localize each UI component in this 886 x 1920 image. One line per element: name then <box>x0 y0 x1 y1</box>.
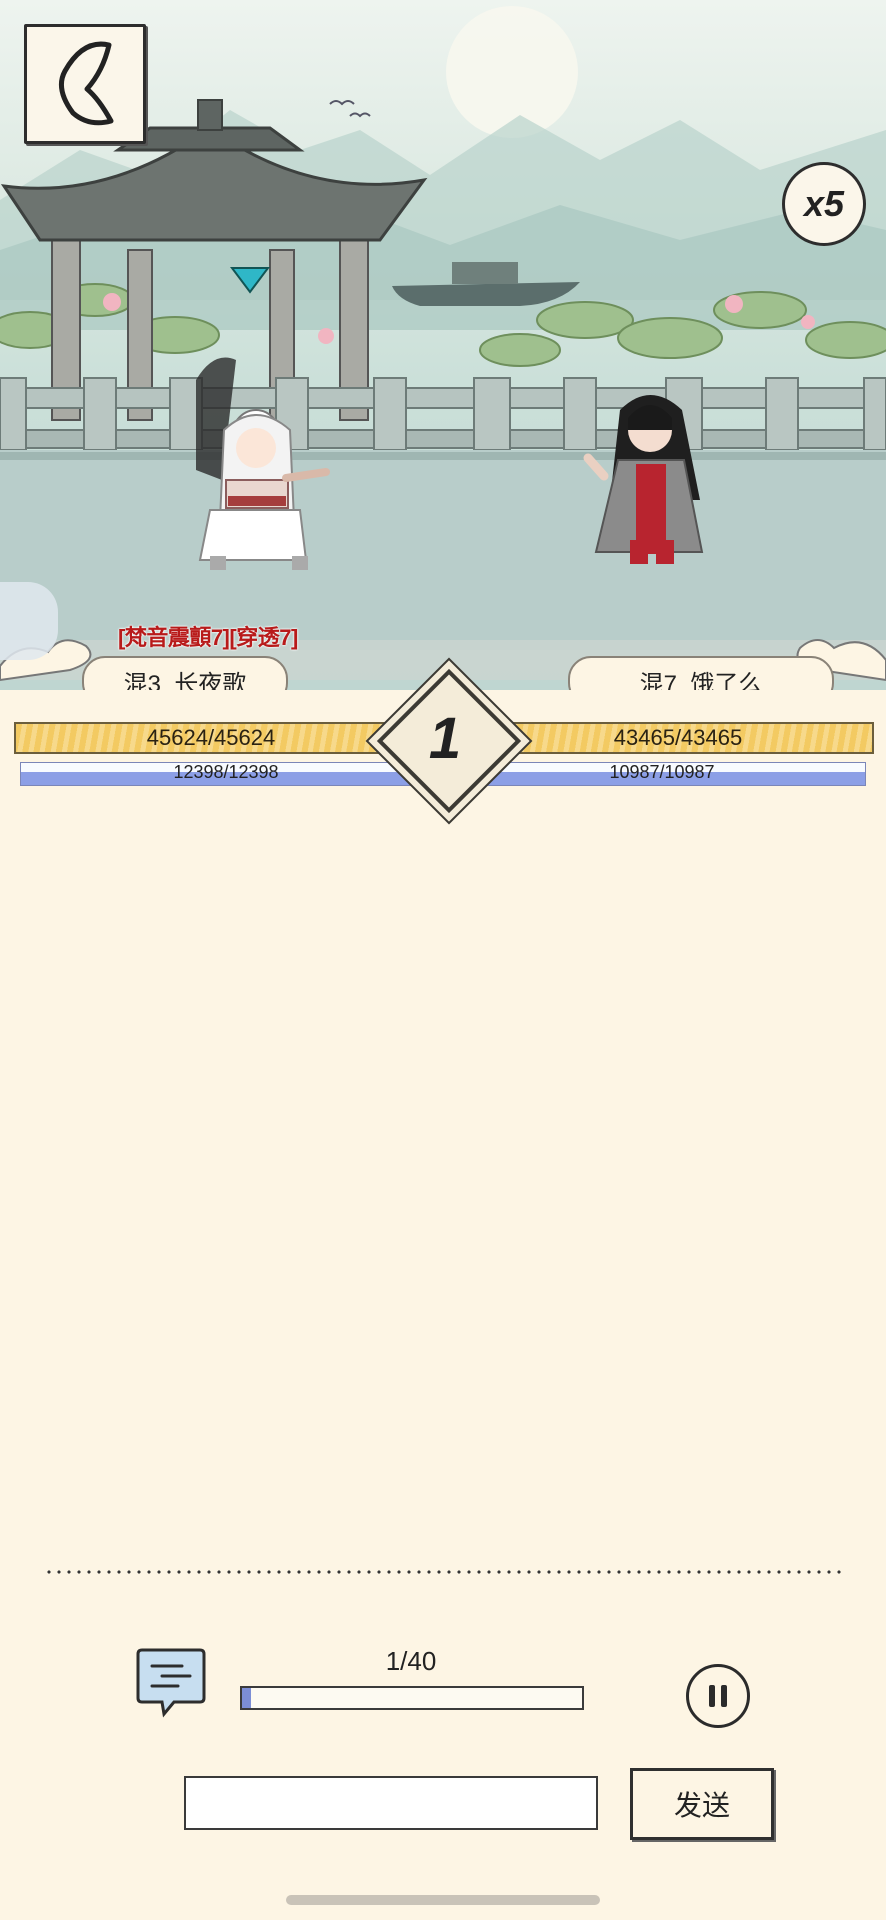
right-fighter-name: 混7_饿了么 <box>568 656 834 690</box>
right-mp-value: 10987/10987 <box>609 762 715 782</box>
speed-label: x5 <box>803 183 845 224</box>
round-number: 1 <box>428 705 462 771</box>
back-button[interactable] <box>24 24 146 144</box>
dotted-divider <box>44 1570 844 1574</box>
left-hp-bar: 45624/45624 <box>14 722 408 754</box>
left-mp-bar: 12398/12398 <box>20 762 432 786</box>
side-drawer-handle[interactable] <box>0 582 58 660</box>
battle-log-area <box>0 800 886 1560</box>
left-hp-value: 45624/45624 <box>146 725 276 750</box>
right-hp-value: 43465/43465 <box>613 725 743 750</box>
right-mp-bar: 10987/10987 <box>458 762 866 786</box>
pause-button[interactable] <box>686 1664 750 1728</box>
left-fighter-name: 混3_长夜歌 <box>82 656 288 690</box>
pause-icon <box>721 1685 727 1707</box>
chat-input[interactable] <box>184 1776 598 1830</box>
battle-scene: x5 [梵音震顫7][穿透7] 混3_长夜歌 混7_饿了么 <box>0 0 886 690</box>
chat-button[interactable] <box>134 1648 208 1718</box>
speed-toggle-button[interactable]: x5 <box>782 162 866 246</box>
send-button[interactable]: 发送 <box>630 1768 774 1840</box>
back-arrow-icon <box>58 41 114 126</box>
turn-progress-label: 1/40 <box>385 1646 437 1676</box>
turn-progress-fill <box>242 1688 251 1708</box>
skill-effect-text: [梵音震顫7][穿透7] <box>118 625 298 650</box>
right-hp-bar: 43465/43465 <box>482 722 874 754</box>
pause-icon <box>709 1685 715 1707</box>
chat-bubble-icon <box>136 1648 206 1718</box>
turn-progress-bar <box>240 1686 584 1710</box>
left-mp-value: 12398/12398 <box>173 762 279 782</box>
home-indicator <box>286 1895 600 1905</box>
